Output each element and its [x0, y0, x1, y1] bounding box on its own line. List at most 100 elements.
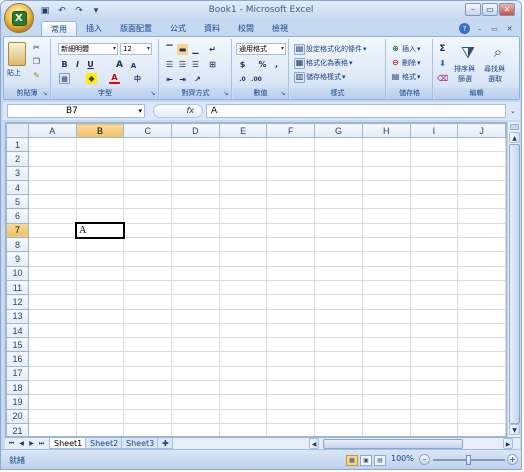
scroll-right-icon[interactable]: ▶: [503, 438, 513, 449]
number-format-combo[interactable]: 通用格式 ▾: [236, 43, 286, 55]
cell-j20[interactable]: [457, 408, 506, 424]
formula-input[interactable]: A: [206, 104, 506, 118]
sort-filter-label-2[interactable]: 篩選: [458, 75, 472, 84]
cell-e18[interactable]: [218, 380, 268, 396]
cell-a12[interactable]: [27, 294, 77, 310]
align-bottom-icon[interactable]: ▁: [190, 44, 201, 55]
fill-icon[interactable]: ⬇: [437, 58, 448, 69]
cell-d5[interactable]: [171, 194, 220, 210]
increase-indent-icon[interactable]: ⇥: [177, 74, 188, 85]
cell-b9[interactable]: [75, 251, 125, 267]
zoom-slider-thumb[interactable]: [466, 455, 471, 465]
cell-b20[interactable]: [75, 408, 125, 424]
cell-a13[interactable]: [27, 308, 77, 324]
cell-c12[interactable]: [123, 294, 173, 310]
cell-c11[interactable]: [123, 279, 173, 296]
cell-d11[interactable]: [171, 279, 220, 296]
cell-c8[interactable]: [123, 237, 173, 253]
row-header[interactable]: 11: [6, 279, 29, 296]
row-header[interactable]: 16: [6, 351, 29, 367]
find-select-label-2[interactable]: 選取: [488, 75, 502, 84]
cell-a9[interactable]: [27, 251, 77, 267]
cell-h21[interactable]: [361, 422, 411, 436]
currency-button[interactable]: $: [237, 59, 248, 70]
active-cell[interactable]: A: [75, 222, 125, 239]
sheet-tab-1[interactable]: Sheet1: [49, 438, 88, 449]
cell-h8[interactable]: [361, 237, 411, 253]
cell-d14[interactable]: [171, 322, 220, 339]
column-header-e[interactable]: E: [218, 123, 268, 138]
paste-button[interactable]: 貼上: [7, 67, 21, 79]
cell-f7[interactable]: [266, 222, 316, 239]
format-painter-icon[interactable]: ✎: [31, 70, 42, 81]
cell-g12[interactable]: [314, 294, 363, 310]
cell-i11[interactable]: [409, 279, 459, 296]
sheet-tab-2[interactable]: Sheet2: [85, 438, 124, 449]
ribbon-minimize-icon[interactable]: –: [474, 23, 485, 34]
cell-i20[interactable]: [409, 408, 459, 424]
column-header-c[interactable]: C: [123, 123, 173, 138]
cell-c19[interactable]: [123, 394, 173, 410]
clear-icon[interactable]: ⌫: [437, 73, 448, 84]
cell-f5[interactable]: [266, 194, 316, 210]
cell-h5[interactable]: [361, 194, 411, 210]
cell-j13[interactable]: [457, 308, 506, 324]
cell-e2[interactable]: [218, 151, 268, 167]
cell-h10[interactable]: [361, 265, 411, 281]
cell-j9[interactable]: [457, 251, 506, 267]
cell-d8[interactable]: [171, 237, 220, 253]
row-header[interactable]: 14: [6, 322, 29, 339]
cell-f12[interactable]: [266, 294, 316, 310]
cell-h20[interactable]: [361, 408, 411, 424]
cell-d12[interactable]: [171, 294, 220, 310]
cell-e5[interactable]: [218, 194, 268, 210]
increase-decimal-icon[interactable]: .0: [237, 74, 248, 85]
row-header[interactable]: 4: [6, 179, 29, 196]
cell-g14[interactable]: [314, 322, 363, 339]
cell-c1[interactable]: [123, 136, 173, 153]
worksheet-grid[interactable]: ABCDEFGHIJ 1 2 3 4 5 6 7 A 8 9 10 11 12 13 14 15 16 17 18 1…: [5, 122, 507, 437]
dialog-launcher-icon[interactable]: ↘: [41, 90, 49, 98]
horizontal-scroll-thumb[interactable]: [323, 439, 463, 449]
cell-h4[interactable]: [361, 179, 411, 196]
row-header[interactable]: 17: [6, 365, 29, 382]
cell-g4[interactable]: [314, 179, 363, 196]
cell-e6[interactable]: [218, 208, 268, 224]
cell-b17[interactable]: [75, 365, 125, 382]
cell-f11[interactable]: [266, 279, 316, 296]
cell-i2[interactable]: [409, 151, 459, 167]
cell-i12[interactable]: [409, 294, 459, 310]
cell-b15[interactable]: [75, 337, 125, 353]
column-header-d[interactable]: D: [171, 123, 220, 138]
cell-b6[interactable]: [75, 208, 125, 224]
sort-filter-label-1[interactable]: 排序與: [454, 65, 475, 74]
find-select-label-1[interactable]: 尋找與: [484, 65, 505, 74]
help-icon[interactable]: ?: [459, 23, 470, 34]
cell-h6[interactable]: [361, 208, 411, 224]
cell-d1[interactable]: [171, 136, 220, 153]
cell-f15[interactable]: [266, 337, 316, 353]
font-color-button[interactable]: A: [109, 73, 120, 84]
row-header[interactable]: 21: [6, 422, 29, 436]
percent-button[interactable]: %: [257, 59, 268, 70]
shrink-font-button[interactable]: A: [128, 60, 139, 71]
cell-g21[interactable]: [314, 422, 363, 436]
cell-f20[interactable]: [266, 408, 316, 424]
align-middle-icon[interactable]: ▬: [177, 44, 188, 55]
cell-g7[interactable]: [314, 222, 363, 239]
cell-e21[interactable]: [218, 422, 268, 436]
cell-i14[interactable]: [409, 322, 459, 339]
cell-i16[interactable]: [409, 351, 459, 367]
row-header[interactable]: 6: [6, 208, 29, 224]
insert-sheet-icon[interactable]: ✚: [157, 438, 173, 449]
cell-d6[interactable]: [171, 208, 220, 224]
column-header-a[interactable]: A: [27, 123, 77, 138]
page-layout-view-icon[interactable]: ▣: [360, 455, 372, 466]
column-header-j[interactable]: J: [457, 123, 506, 138]
underline-button[interactable]: U: [85, 59, 96, 70]
minimize-button[interactable]: –: [465, 3, 481, 16]
row-header[interactable]: 15: [6, 337, 29, 353]
cell-f18[interactable]: [266, 380, 316, 396]
page-break-view-icon[interactable]: ▤: [374, 455, 386, 466]
cell-i17[interactable]: [409, 365, 459, 382]
